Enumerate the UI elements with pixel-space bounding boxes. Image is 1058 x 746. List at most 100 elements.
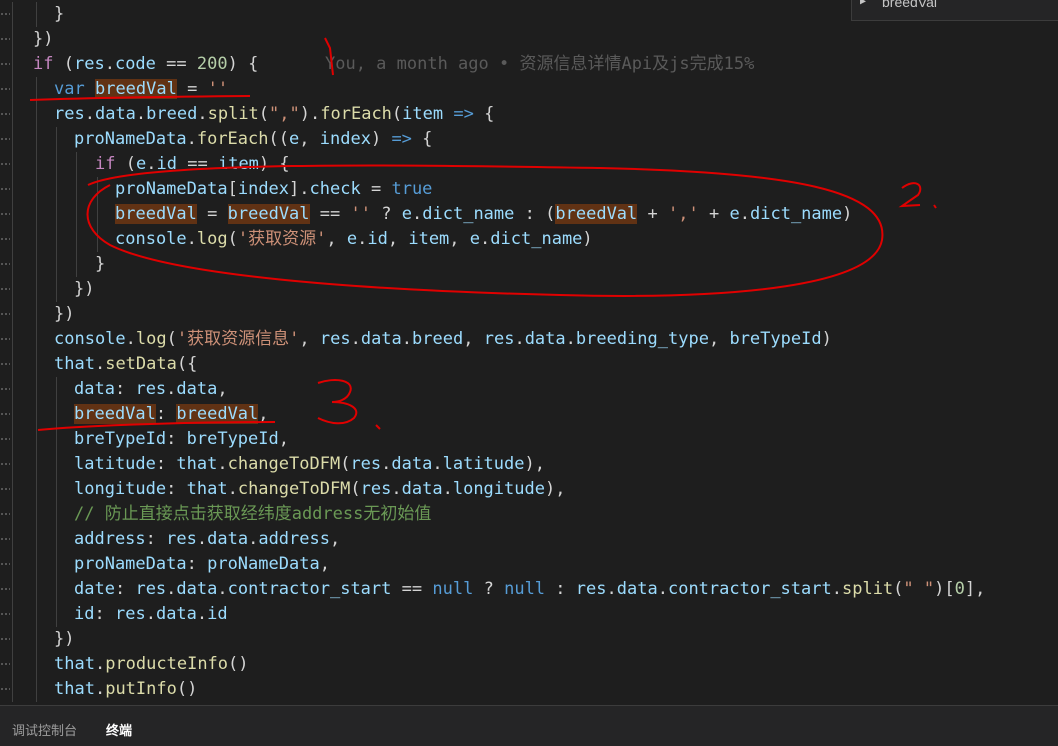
find-widget[interactable]: ▶ breedVal [851,0,1058,21]
code-line[interactable]: id: res.data.id [0,602,1058,627]
code-line[interactable]: }) [0,627,1058,652]
indent-guide [12,252,13,277]
code-line[interactable]: if (res.code == 200) {You, a month ago •… [0,52,1058,77]
indent-guide [36,302,37,327]
whitespace-dots [0,377,10,402]
indent-guide [97,227,98,252]
code-line[interactable]: var breedVal = '' [0,77,1058,102]
code-line[interactable]: proNameData: proNameData, [0,552,1058,577]
code-line[interactable]: proNameData.forEach((e, index) => { [0,127,1058,152]
indent-guide [12,77,13,102]
whitespace-dots [0,27,10,52]
indent-guide [36,227,37,252]
indent-guide [36,652,37,677]
code-line[interactable]: address: res.data.address, [0,527,1058,552]
code-line[interactable]: }) [0,27,1058,52]
expand-arrow-icon[interactable]: ▶ [860,0,866,7]
code-line[interactable]: } [0,252,1058,277]
whitespace-dots [0,552,10,577]
code-line[interactable]: breedVal: breedVal, [0,402,1058,427]
indent-guide [36,352,37,377]
code-line[interactable]: breTypeId: breTypeId, [0,427,1058,452]
indent-guide [36,277,37,302]
code-editor[interactable]: }}) if (res.code == 200) {You, a month ag… [0,0,1058,705]
indent-guide [12,652,13,677]
code-line[interactable]: console.log('获取资源', e.id, item, e.dict_n… [0,227,1058,252]
indent-guide [56,477,57,502]
indent-guide [12,352,13,377]
indent-guide [12,552,13,577]
whitespace-dots [0,477,10,502]
whitespace-dots [0,202,10,227]
code-line[interactable]: }) [0,302,1058,327]
indent-guide [12,577,13,602]
code-line[interactable]: that.putInfo() [0,677,1058,702]
code-text: address: res.data.address, [74,529,341,549]
whitespace-dots [0,177,10,202]
indent-guide [36,452,37,477]
code-text: id: res.data.id [74,604,228,624]
indent-guide [12,277,13,302]
git-blame-annotation: You, a month ago • 资源信息详情Api及js完成15% [325,54,755,74]
indent-guide [12,202,13,227]
code-text: breedVal: breedVal, [74,404,269,424]
indent-guide [36,177,37,202]
code-text: }) [54,304,75,324]
code-text: console.log('获取资源', e.id, item, e.dict_n… [115,229,593,249]
code-text: breTypeId: breTypeId, [74,429,289,449]
indent-guide [56,602,57,627]
indent-guide [76,227,77,252]
code-line[interactable]: date: res.data.contractor_start == null … [0,577,1058,602]
indent-guide [12,627,13,652]
code-line[interactable]: that.producteInfo() [0,652,1058,677]
indent-guide [12,227,13,252]
indent-guide [36,2,37,27]
whitespace-dots [0,127,10,152]
indent-guide [36,577,37,602]
indent-guide [12,402,13,427]
code-line[interactable]: // 防止直接点击获取经纬度address无初始值 [0,502,1058,527]
indent-guide [12,102,13,127]
indent-guide [97,177,98,202]
indent-guide [12,27,13,52]
code-line[interactable]: console.log('获取资源信息', res.data.breed, re… [0,327,1058,352]
whitespace-dots [0,302,10,327]
whitespace-dots [0,602,10,627]
indent-guide [56,427,57,452]
indent-guide [76,152,77,177]
code-line[interactable]: res.data.breed.split(",").forEach(item =… [0,102,1058,127]
whitespace-dots [0,2,10,27]
indent-guide [36,552,37,577]
code-line[interactable]: longitude: that.changeToDFM(res.data.lon… [0,477,1058,502]
code-line[interactable]: latitude: that.changeToDFM(res.data.lati… [0,452,1058,477]
find-query[interactable]: breedVal [882,0,937,10]
indent-guide [56,177,57,202]
indent-guide [36,127,37,152]
indent-guide [56,202,57,227]
tab-terminal[interactable]: 终端 [106,720,132,739]
indent-guide [97,202,98,227]
code-text: }) [33,29,54,49]
indent-guide [12,152,13,177]
indent-guide [76,202,77,227]
indent-guide [12,327,13,352]
code-text: var breedVal = '' [54,79,229,99]
code-line[interactable]: }) [0,277,1058,302]
code-line[interactable]: breedVal = breedVal == '' ? e.dict_name … [0,202,1058,227]
indent-guide [56,377,57,402]
code-text: breedVal = breedVal == '' ? e.dict_name … [115,204,853,224]
indent-guide [36,502,37,527]
code-line[interactable]: data: res.data, [0,377,1058,402]
code-text: date: res.data.contractor_start == null … [74,579,986,599]
whitespace-dots [0,452,10,477]
indent-guide [36,202,37,227]
indent-guide [36,327,37,352]
tab-debug-console[interactable]: 调试控制台 [12,720,77,739]
indent-guide [56,502,57,527]
code-line[interactable]: proNameData[index].check = true [0,177,1058,202]
code-line[interactable]: that.setData({ [0,352,1058,377]
whitespace-dots [0,627,10,652]
code-text: that.setData({ [54,354,198,374]
indent-guide [56,277,57,302]
code-line[interactable]: if (e.id == item) { [0,152,1058,177]
